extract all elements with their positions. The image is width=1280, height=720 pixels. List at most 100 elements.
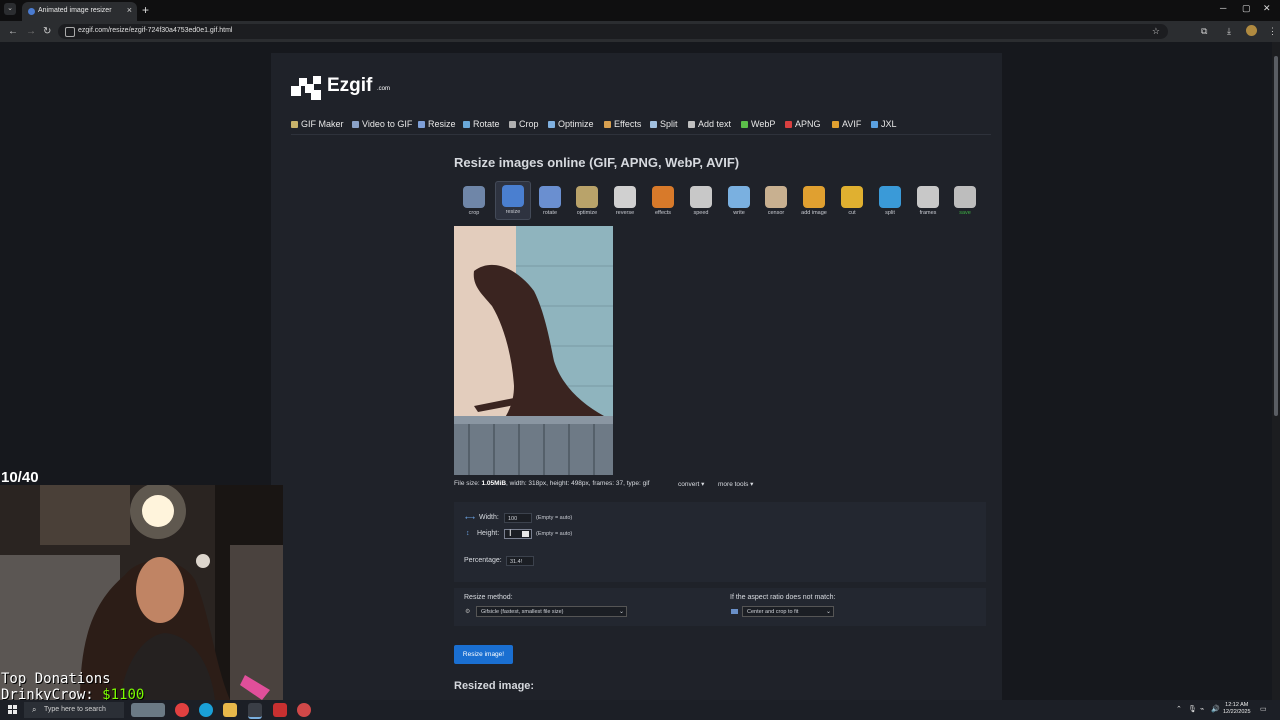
chrome-icon[interactable] — [297, 703, 311, 717]
nav-rotate[interactable]: Rotate — [463, 119, 500, 129]
nav-split[interactable]: Split — [650, 119, 678, 129]
edge-icon[interactable] — [199, 703, 213, 717]
tool-cut[interactable]: cut — [835, 183, 869, 220]
nav-crop[interactable]: Crop — [509, 119, 539, 129]
nav-avif[interactable]: AVIF — [832, 119, 861, 129]
tool-label: resize — [505, 209, 521, 215]
stream-counter: 10/40 — [1, 469, 39, 486]
convert-dropdown[interactable]: convert ▾ — [678, 480, 704, 488]
gif-preview — [454, 226, 613, 475]
nav-add-text[interactable]: Add text — [688, 119, 731, 129]
tool-label: save — [959, 210, 971, 216]
forward-icon[interactable]: → — [26, 26, 36, 37]
site-info-icon[interactable] — [65, 27, 75, 37]
tool-label: split — [885, 210, 895, 216]
nav-label: Effects — [614, 119, 642, 129]
nav-label: Crop — [519, 119, 539, 129]
text-cursor-icon: I — [509, 528, 512, 538]
page-scrollbar[interactable] — [1272, 42, 1280, 700]
cut-icon — [841, 186, 863, 208]
bookmark-star-icon[interactable]: ☆ — [1152, 26, 1160, 37]
tool-label: rotate — [542, 210, 558, 216]
scrollbar-thumb[interactable] — [1274, 56, 1278, 416]
file-explorer-icon[interactable] — [223, 703, 237, 717]
chevron-down-icon: ⌄ — [618, 609, 624, 615]
tool-censor[interactable]: censor — [759, 183, 793, 220]
width-input[interactable]: 100 — [504, 513, 532, 523]
effects-icon — [652, 186, 674, 208]
downloads-icon[interactable]: ⤓ — [1227, 26, 1231, 37]
tool-frames[interactable]: frames — [911, 183, 945, 220]
tool-split[interactable]: split — [873, 183, 907, 220]
nav-split-icon — [650, 121, 657, 128]
tool-add-image[interactable]: add image — [797, 183, 831, 220]
close-window-icon[interactable]: ✕ — [1263, 3, 1271, 14]
aspect-ratio-select[interactable]: Center and crop to fit ⌄ — [742, 606, 834, 617]
nav-resize[interactable]: Resize — [418, 119, 456, 129]
extensions-icon[interactable]: ⧉ — [1201, 26, 1207, 37]
width-note: (Empty = auto) — [536, 515, 573, 521]
start-button[interactable] — [8, 705, 17, 714]
tray-overflow-icon[interactable]: ⌃ — [1176, 705, 1182, 713]
width-label: Width: — [479, 514, 499, 521]
tool-rotate[interactable]: rotate — [533, 183, 567, 220]
notifications-icon[interactable]: ▭ — [1260, 705, 1267, 713]
nav-gif-maker[interactable]: GIF Maker — [291, 119, 344, 129]
maximize-window-icon[interactable]: ▢ — [1242, 3, 1251, 14]
tool-resize[interactable]: resize — [495, 181, 531, 220]
nav-gif-maker-icon — [291, 121, 298, 128]
minimize-window-icon[interactable]: ─ — [1220, 3, 1226, 13]
nav-optimize-icon — [548, 121, 555, 128]
microphone-icon[interactable]: 🎙 — [1188, 705, 1197, 713]
back-icon[interactable]: ← — [8, 26, 18, 37]
taskbar-search-box[interactable]: ⌕ Type here to search — [24, 702, 124, 718]
tab-favicon-icon — [28, 8, 35, 15]
taskbar-widget-icon[interactable] — [131, 703, 165, 717]
close-tab-icon[interactable]: × — [127, 5, 132, 15]
logo-suffix: .com — [377, 86, 391, 92]
taskbar-clock[interactable]: 12:12 AM 12/22/2025 — [1223, 702, 1251, 716]
taskbar-app-icon[interactable] — [273, 703, 287, 717]
tool-effects[interactable]: effects — [646, 183, 680, 220]
top-donations-overlay: Top Donations DrinkyCrow: $1100 — [1, 671, 144, 703]
browser-tab[interactable]: Animated image resizer × — [22, 2, 137, 21]
tab-search-button[interactable]: ⌄ — [4, 3, 16, 15]
address-bar[interactable]: ezgif.com/resize/ezgif-724f30a4753ed0e1.… — [58, 24, 1168, 39]
taskbar-app-icon[interactable] — [175, 703, 189, 717]
autofill-key-icon[interactable] — [522, 531, 529, 537]
tab-title: Animated image resizer — [38, 7, 112, 14]
new-tab-button[interactable]: + — [142, 3, 149, 17]
resize-method-select[interactable]: Gifsicle (fastest, smallest file size) ⌄ — [476, 606, 627, 617]
nav-video-to-gif-icon — [352, 121, 359, 128]
chevron-down-icon: ⌄ — [825, 609, 831, 615]
ezgif-logo[interactable]: Ezgif .com — [291, 73, 411, 103]
tool-optimize[interactable]: optimize — [570, 183, 604, 220]
tool-write[interactable]: write — [722, 183, 756, 220]
more-tools-dropdown[interactable]: more tools ▾ — [718, 480, 753, 488]
file-info: File size: 1.05MiB, width: 318px, height… — [454, 480, 753, 488]
sea-lion-image — [454, 226, 613, 475]
resize-image-button[interactable]: Resize image! — [454, 645, 513, 664]
nav-jxl[interactable]: JXL — [871, 119, 897, 129]
reload-icon[interactable]: ↻ — [43, 26, 51, 37]
volume-icon[interactable]: 🔊 — [1211, 705, 1220, 713]
nav-apng[interactable]: APNG — [785, 119, 821, 129]
tool-save[interactable]: save — [948, 183, 982, 220]
tool-speed[interactable]: speed — [684, 183, 718, 220]
nav-video-to-gif[interactable]: Video to GIF — [352, 119, 412, 129]
menu-icon[interactable]: ⋮ — [1268, 26, 1277, 37]
tool-crop[interactable]: crop — [457, 183, 491, 220]
nav-effects[interactable]: Effects — [604, 119, 641, 129]
resize-method-label: Resize method: — [464, 594, 513, 601]
profile-avatar[interactable] — [1246, 25, 1257, 36]
nav-label: WebP — [751, 119, 776, 129]
network-icon[interactable]: ⌁ — [1200, 705, 1204, 713]
tool-label: cut — [848, 210, 856, 216]
windows-taskbar: ⌕ Type here to search ⌃ 🎙 ⌁ 🔊 12:12 AM 1… — [0, 700, 1280, 720]
chrome-icon[interactable] — [248, 703, 262, 719]
tool-reverse[interactable]: reverse — [608, 183, 642, 220]
nav-webp[interactable]: WebP — [741, 119, 775, 129]
logo-mark-icon — [291, 76, 323, 100]
nav-optimize[interactable]: Optimize — [548, 119, 594, 129]
percentage-input[interactable]: 31.4! — [506, 556, 534, 566]
